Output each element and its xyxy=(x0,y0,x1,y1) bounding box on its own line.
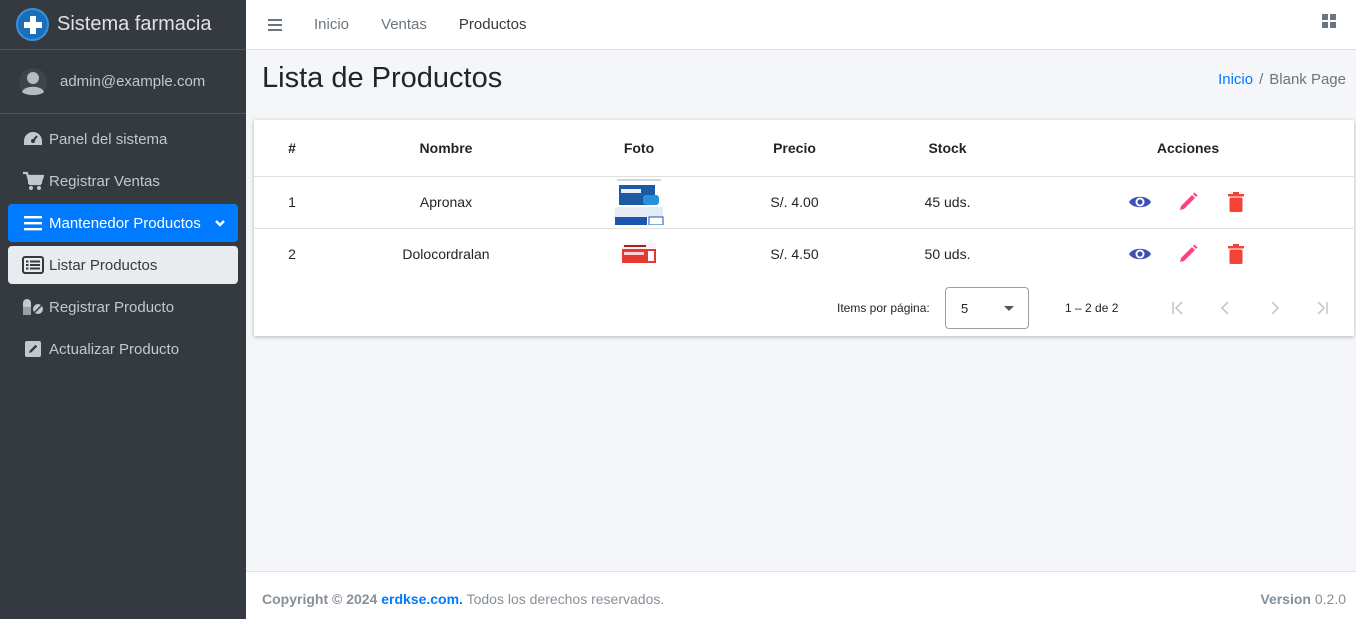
cell-actions xyxy=(1022,228,1354,280)
page-title: Lista de Productos xyxy=(262,62,503,94)
cell-photo xyxy=(562,228,716,280)
plus-circle-icon xyxy=(16,8,49,41)
chevron-down-icon xyxy=(214,216,226,233)
products-table: # Nombre Foto Precio Stock Acciones 1 Ap… xyxy=(254,120,1354,280)
cell-stock: 50 uds. xyxy=(924,246,971,263)
sidebar-item-registrar-producto[interactable]: Registrar Producto xyxy=(8,288,238,326)
top-navbar: Inicio Ventas Productos xyxy=(246,0,1356,50)
sidebar-nav: Panel del sistema Registrar Ventas Mante… xyxy=(0,114,246,378)
breadcrumb-home[interactable]: Inicio xyxy=(1218,71,1253,88)
items-per-page-label: Items por página: xyxy=(837,301,930,315)
sidebar-item-actualizar-producto[interactable]: Actualizar Producto xyxy=(8,330,238,368)
products-card: # Nombre Foto Precio Stock Acciones 1 Ap… xyxy=(254,120,1354,336)
hamburger-icon[interactable] xyxy=(268,18,290,31)
first-page-icon[interactable] xyxy=(1166,296,1190,320)
product-photo-dolocordralan xyxy=(620,239,658,269)
cell-id: 2 xyxy=(288,246,296,263)
footer-version: Version 0.2.0 xyxy=(1260,591,1346,607)
col-header-precio: Precio xyxy=(716,120,873,177)
edit-icon[interactable] xyxy=(1176,190,1200,214)
user-email[interactable]: admin@example.com xyxy=(60,73,205,90)
footer-rights: Todos los derechos reservados. xyxy=(466,591,665,607)
col-header-stock: Stock xyxy=(873,120,1022,177)
footer-copyright: Copyright © 2024 erdkse.com. Todos los d… xyxy=(262,591,664,607)
list-alt-icon xyxy=(22,254,44,276)
user-panel[interactable]: admin@example.com xyxy=(0,50,246,114)
sidebar-item-panel[interactable]: Panel del sistema xyxy=(8,120,238,158)
nav-link-productos[interactable]: Productos xyxy=(459,16,527,33)
cell-id: 1 xyxy=(254,176,330,229)
sidebar-item-label: Mantenedor Productos xyxy=(49,214,201,232)
view-icon[interactable] xyxy=(1128,190,1152,214)
brand-link[interactable]: Sistema farmacia xyxy=(0,0,246,50)
menu-lines-icon xyxy=(22,212,44,234)
nav-link-ventas[interactable]: Ventas xyxy=(381,16,427,33)
paginator: Items por página: 5 1 – 2 de 2 xyxy=(254,280,1354,336)
last-page-icon[interactable] xyxy=(1310,296,1334,320)
cell-photo xyxy=(562,176,716,229)
view-icon[interactable] xyxy=(1128,242,1152,266)
table-row: 2 Dolocordralan S/. 4.50 50 uds. xyxy=(254,228,1354,280)
previous-page-icon[interactable] xyxy=(1214,296,1238,320)
sidebar: Sistema farmacia admin@example.com Panel… xyxy=(0,0,246,619)
cell-price: S/. 4.50 xyxy=(770,246,819,263)
brand-name: Sistema farmacia xyxy=(57,13,212,35)
sidebar-item-listar[interactable]: Listar Productos xyxy=(8,246,238,284)
delete-icon[interactable] xyxy=(1224,242,1248,266)
cell-name: Dolocordralan xyxy=(402,246,490,263)
cell-name: Apronax xyxy=(330,176,562,229)
col-header-acciones: Acciones xyxy=(1022,120,1354,177)
breadcrumb-current: Blank Page xyxy=(1269,71,1346,88)
breadcrumb-separator: / xyxy=(1259,71,1264,88)
grid-icon[interactable] xyxy=(1321,13,1337,34)
sidebar-item-ventas[interactable]: Registrar Ventas xyxy=(8,162,238,200)
sidebar-item-label: Listar Productos xyxy=(49,256,158,274)
product-photo-apronax xyxy=(613,176,665,228)
footer-site-link[interactable]: erdkse.com. xyxy=(381,591,463,607)
dropdown-arrow-icon xyxy=(1004,306,1014,311)
cell-stock: 45 uds. xyxy=(873,176,1022,229)
footer: Copyright © 2024 erdkse.com. Todos los d… xyxy=(246,571,1356,619)
version-label: Version xyxy=(1260,591,1311,607)
sidebar-item-label: Actualizar Producto xyxy=(49,340,180,358)
sidebar-item-mantenedor[interactable]: Mantenedor Productos xyxy=(8,204,238,242)
sidebar-item-label: Registrar Ventas xyxy=(49,172,160,190)
col-header-id: # xyxy=(254,120,330,177)
pills-icon xyxy=(22,296,44,318)
next-page-icon[interactable] xyxy=(1262,296,1286,320)
page-size-value: 5 xyxy=(961,301,969,316)
table-header-row: # Nombre Foto Precio Stock Acciones xyxy=(254,120,1354,177)
page-range-label: 1 – 2 de 2 xyxy=(1065,301,1119,315)
col-header-foto: Foto xyxy=(562,120,716,177)
col-header-nombre: Nombre xyxy=(330,120,562,177)
cell-price: S/. 4.00 xyxy=(716,176,873,229)
edit-square-icon xyxy=(22,338,44,360)
sidebar-item-label: Registrar Producto xyxy=(49,298,175,316)
edit-icon[interactable] xyxy=(1176,242,1200,266)
breadcrumb: Inicio / Blank Page xyxy=(1218,71,1346,88)
page-size-select[interactable]: 5 xyxy=(945,287,1029,329)
version-number: 0.2.0 xyxy=(1314,591,1346,607)
user-avatar-icon xyxy=(19,67,47,96)
table-row: 1 Apronax S/. 4.00 45 uds. xyxy=(254,176,1354,229)
cart-icon xyxy=(22,170,44,192)
dashboard-gauge-icon xyxy=(22,128,44,150)
copyright-text: Copyright © 2024 xyxy=(262,591,378,607)
delete-icon[interactable] xyxy=(1224,190,1248,214)
nav-link-inicio[interactable]: Inicio xyxy=(314,16,349,33)
cell-actions xyxy=(1022,176,1354,229)
sidebar-item-label: Panel del sistema xyxy=(49,130,168,148)
